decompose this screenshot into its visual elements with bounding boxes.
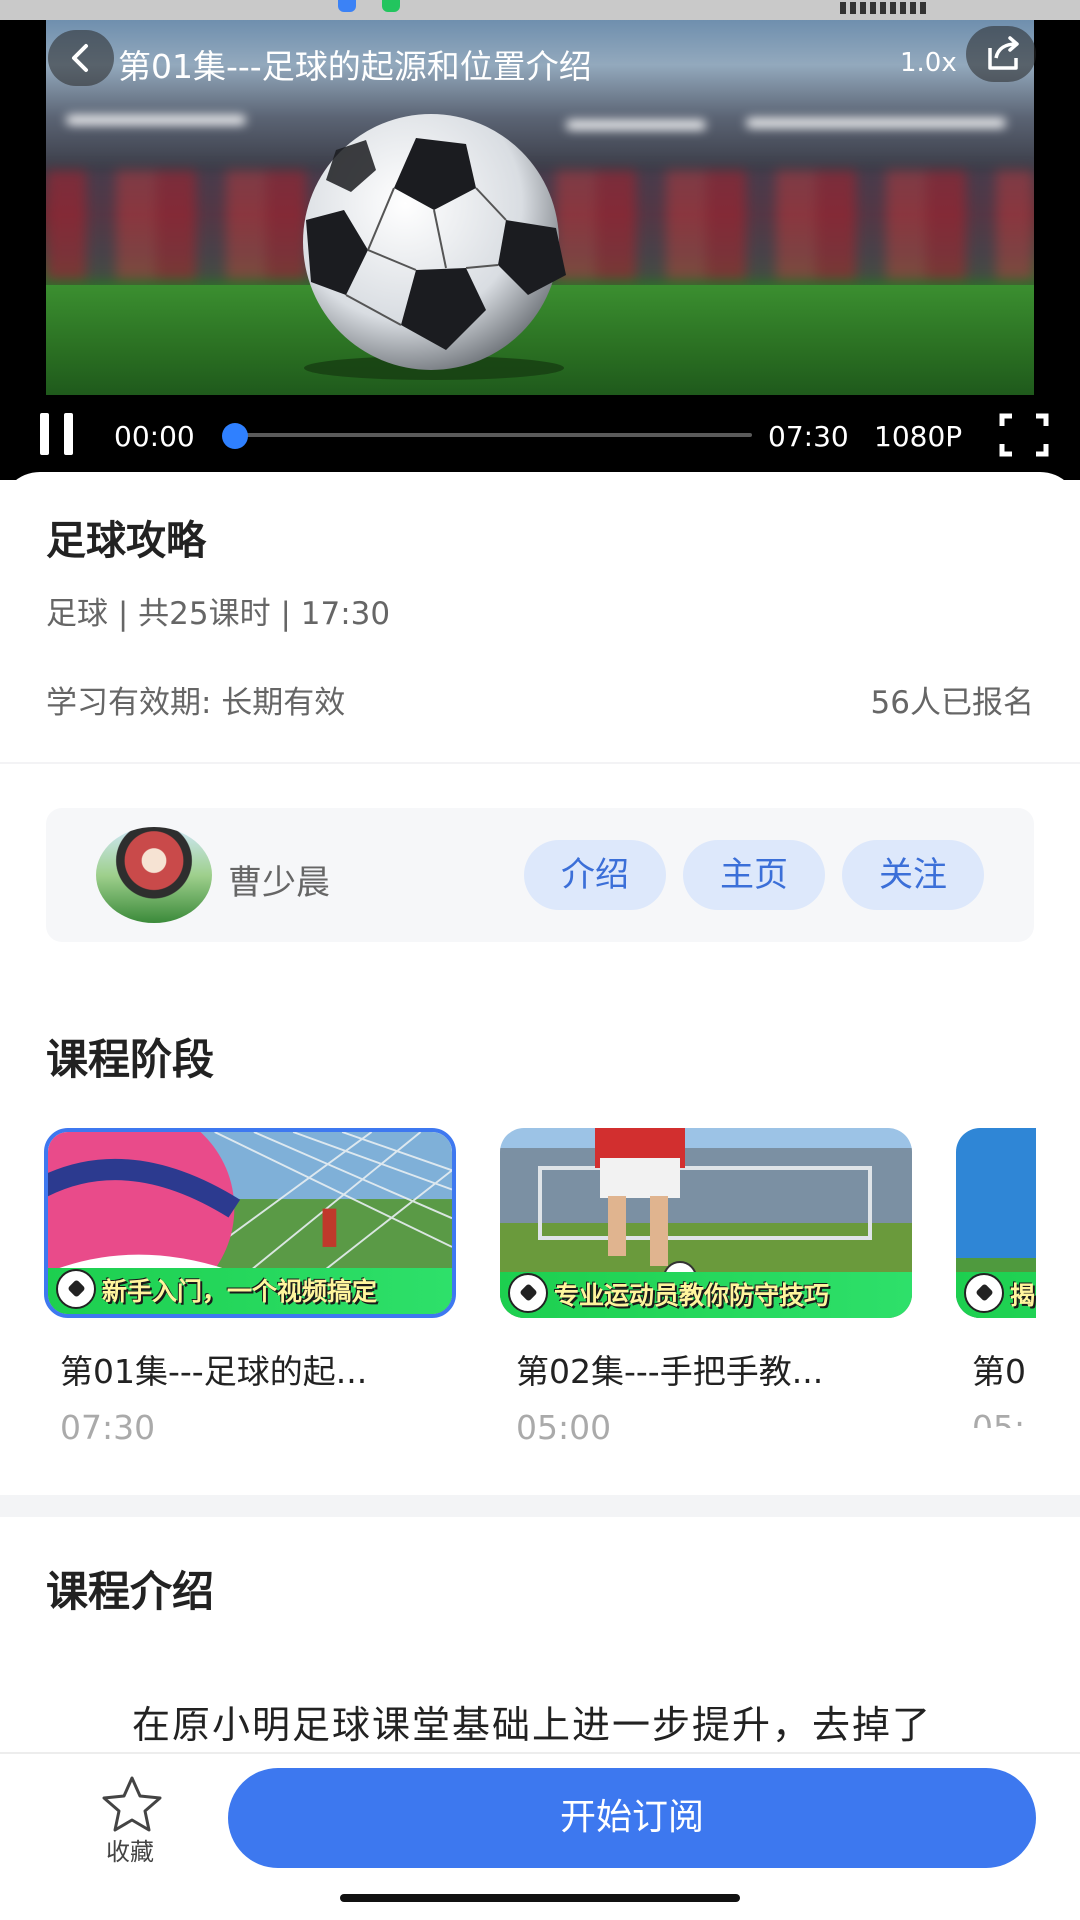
episode-card-clip: 揭 第0 05: [956, 1128, 1036, 1428]
episode-duration: 05:00 [516, 1408, 612, 1447]
back-button[interactable] [48, 30, 114, 86]
episode-card[interactable]: 新手入门，一个视频搞定 [44, 1128, 456, 1318]
course-title: 足球攻略 [46, 518, 206, 564]
total-time: 07:30 [768, 420, 849, 453]
status-app-icon [338, 0, 356, 12]
intro-button[interactable]: 介绍 [524, 840, 666, 910]
seek-knob[interactable] [222, 423, 248, 449]
avatar[interactable] [96, 827, 212, 923]
episode-card[interactable]: 揭 [956, 1128, 1036, 1318]
episode-title[interactable]: 第0 [972, 1345, 1026, 1393]
divider [0, 762, 1080, 764]
fullscreen-icon[interactable] [998, 412, 1050, 458]
validity-period: 学习有效期: 长期有效 [46, 685, 346, 721]
share-button[interactable] [966, 26, 1036, 82]
seek-bar[interactable] [234, 433, 752, 437]
status-app-icon [382, 0, 400, 12]
episode-caption: 揭 [1010, 1281, 1036, 1310]
subscribe-button[interactable]: 开始订阅 [228, 1768, 1036, 1868]
status-bar [0, 0, 1080, 20]
follow-button[interactable]: 关注 [842, 840, 984, 910]
episode-title[interactable]: 第01集---足球的起... [60, 1345, 367, 1393]
episode-title[interactable]: 第02集---手把手教... [516, 1345, 823, 1393]
course-meta: 足球 | 共25课时 | 17:30 [46, 596, 391, 632]
signal-icon [840, 2, 930, 14]
stages-title: 课程阶段 [46, 1035, 215, 1084]
episode-duration: 05: [972, 1408, 1026, 1428]
enrolled-count: 56人已报名 [870, 685, 1034, 721]
soccer-ball-icon [964, 1273, 1004, 1313]
stadium-light [66, 115, 246, 125]
soccer-ball-icon [56, 1269, 96, 1309]
episode-caption: 专业运动员教你防守技巧 [554, 1281, 830, 1310]
episode-card[interactable]: 专业运动员教你防守技巧 [500, 1128, 912, 1318]
star-icon[interactable] [96, 1774, 168, 1834]
teacher-name[interactable]: 曹少晨 [228, 855, 330, 904]
back-icon [72, 44, 88, 72]
soccer-ball-image [303, 114, 566, 380]
share-icon [988, 36, 1019, 70]
video-title: 第01集---足球的起源和位置介绍 [118, 47, 592, 86]
intro-text: 在原小明足球课堂基础上进一步提升，去掉了 [132, 1703, 933, 1747]
intro-title: 课程介绍 [46, 1567, 215, 1616]
current-time: 00:00 [114, 420, 195, 453]
episode-caption: 新手入门，一个视频搞定 [102, 1277, 378, 1306]
pause-icon[interactable] [40, 413, 74, 455]
home-indicator [340, 1894, 740, 1902]
favorite-label[interactable]: 收藏 [106, 1832, 154, 1867]
soccer-ball-icon [508, 1273, 548, 1313]
homepage-button[interactable]: 主页 [683, 840, 825, 910]
quality-selector[interactable]: 1080P [874, 420, 962, 453]
episode-duration: 07:30 [60, 1408, 156, 1447]
playback-speed[interactable]: 1.0x [900, 48, 957, 78]
section-separator [0, 1495, 1080, 1517]
stadium-light [746, 118, 1006, 128]
